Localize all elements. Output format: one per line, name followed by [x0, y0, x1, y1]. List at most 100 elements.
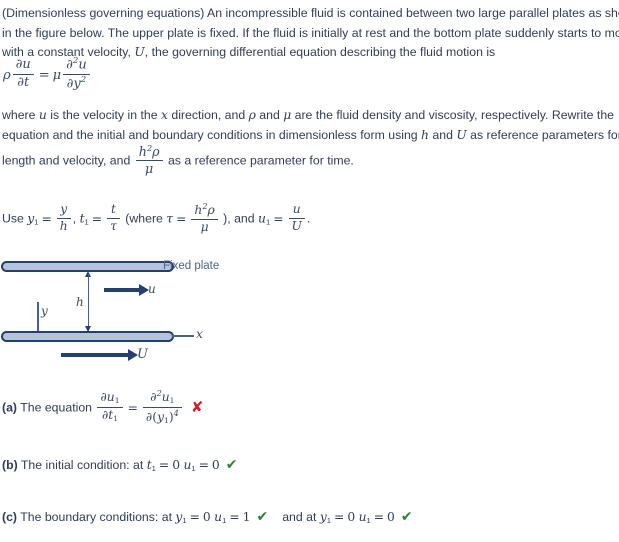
answer-b-u1-subscript: 1 — [191, 463, 196, 473]
equation-equals: = — [38, 67, 50, 83]
answer-c-y1-first-subscript: 1 — [182, 515, 187, 525]
answer-row-b: (b) The initial condition: at t1 = 0 u1 = 0 ✔ — [2, 457, 237, 473]
answer-row-a: (a) The equation ∂u1 ∂t1 = ∂2u1 ∂(y1)4 ✘ — [2, 388, 204, 426]
answer-a-label: The equation — [20, 400, 93, 415]
answer-a-tag: (a) — [2, 400, 18, 415]
answer-c-correct-mark-icon-first: ✔ — [256, 509, 269, 525]
equation-lhs-fraction: ∂u ∂t — [12, 58, 34, 91]
answer-c-value-1b: 0 — [347, 510, 356, 524]
reference-time-h: h — [138, 144, 147, 160]
use-equals-1: = — [41, 211, 52, 226]
answer-a-equals: = — [127, 400, 138, 415]
equation-lhs-denominator: ∂t — [12, 73, 34, 91]
answer-a-rhs-u-subscript: 1 — [169, 396, 175, 405]
velocity-U-arrow-icon — [61, 349, 138, 361]
use-equals-2: = — [91, 211, 103, 226]
use-fraction-y-over-h: yh — [56, 202, 71, 234]
use-fraction-2-denominator: τ — [107, 217, 120, 234]
reference-time-rho: ρ — [152, 144, 160, 160]
answer-a-lhs-den-subscript: 1 — [113, 413, 119, 423]
p2-variable-rho: ρ — [248, 108, 256, 122]
x-axis-leader-line — [172, 335, 194, 337]
answer-c-value-2b: 0 — [387, 510, 395, 524]
y-axis-line — [37, 302, 39, 332]
answer-b-value-2: 0 — [211, 458, 220, 472]
p2-text-6: and — [428, 127, 457, 142]
problem-text-part-2: , the governing differential equation de… — [144, 45, 496, 59]
use-close-and: ), and — [219, 211, 259, 226]
answer-c-label: The boundary conditions: at — [20, 510, 176, 524]
lower-moving-plate — [10, 331, 174, 342]
h-dimension-line — [88, 274, 89, 332]
answer-a-lhs-num-subscript: 1 — [114, 396, 120, 405]
answer-a-lhs-denominator: ∂t1 — [97, 406, 123, 423]
use-fraction-4-numerator: u — [292, 202, 301, 217]
problem-statement-paragraph-2: where u is the velocity in the x directi… — [2, 106, 619, 177]
answer-c-u1-first: u — [214, 510, 223, 524]
answer-c-value-1a: 0 — [202, 510, 211, 524]
velocity-u-label: u — [148, 282, 156, 296]
answer-c-equals-1a: = — [189, 510, 200, 524]
p2-variable-h: h — [421, 127, 429, 142]
use-fraction-t-over-tau: tτ — [107, 202, 120, 234]
answer-b-label: The initial condition: at — [20, 458, 147, 472]
governing-equation: ρ ∂u ∂t = μ ∂2u ∂y2 — [3, 56, 92, 93]
equation-rhs-u: u — [78, 57, 87, 73]
equation-rhs-partial-y: ∂y — [66, 76, 81, 92]
use-period: . — [306, 211, 311, 226]
fixed-plate-label: Fixed plate — [163, 260, 220, 272]
answer-a-incorrect-mark-icon: ✘ — [190, 397, 204, 416]
equation-rhs-numerator: ∂2u — [63, 56, 90, 74]
y-axis-label: y — [41, 304, 48, 318]
velocity-U-label: U — [137, 347, 148, 362]
equation-rhs-denominator-exponent: 2 — [80, 74, 87, 85]
equation-rhs-denominator: ∂y2 — [63, 73, 90, 92]
velocity-u-arrow-icon — [104, 284, 149, 296]
answer-c-equals-2a: = — [229, 510, 240, 524]
dimensionless-definitions-line: Use y1 = y h, t1 = t τ (where τ = h2ρ μ ), and u1… — [2, 201, 311, 236]
x-axis-label: x — [196, 327, 203, 341]
use-where-open: (where — [121, 211, 167, 226]
problem-page: (Dimensionless governing equations) An i… — [0, 0, 619, 542]
use-fraction-3-numerator: h2ρ — [191, 201, 217, 219]
answer-c-equals-1b: = — [334, 510, 345, 524]
answer-a-lhs-numerator: ∂u1 — [97, 390, 122, 406]
answer-a-rhs-u: u — [161, 390, 170, 405]
reference-time-numerator: h2ρ — [136, 143, 163, 160]
p2-text-2: is the velocity in the — [46, 108, 161, 122]
use-fraction-4-denominator: U — [288, 217, 305, 234]
answer-row-c: (c) The boundary conditions: at y1 = 0 u1 =… — [2, 509, 413, 525]
equation-mu: μ — [52, 67, 62, 83]
p2-variable-x: x — [161, 108, 168, 122]
answer-a-expression: ∂u1 ∂t1 = ∂2u1 ∂(y1)4 — [95, 388, 183, 424]
use-fraction-1-denominator: h — [56, 217, 71, 234]
h-dimension-label: h — [76, 295, 84, 309]
answer-a-rhs-fraction: ∂2u1 ∂(y1)4 — [142, 388, 182, 426]
reference-time-denominator: μ — [135, 160, 163, 176]
answer-a-rhs-numerator: ∂2u1 — [143, 388, 182, 407]
answer-a-lhs-fraction: ∂u1 ∂t1 — [97, 390, 123, 423]
use-fraction-tau-definition: h2ρ μ — [191, 201, 218, 235]
use-prefix: Use — [2, 211, 28, 226]
answer-c-connector: and at — [282, 510, 320, 524]
parallel-plates-figure: Fixed plate h y u x U — [0, 252, 300, 364]
reference-time-fraction: h2ρ μ — [135, 143, 163, 176]
p2-text-4: and — [255, 108, 284, 122]
problem-statement-paragraph-1: (Dimensionless governing equations) An i… — [2, 4, 619, 63]
use-comma: , — [72, 211, 80, 226]
answer-b-equals-1: = — [158, 458, 170, 472]
use-u1: u — [258, 211, 266, 226]
answer-c-correct-mark-icon-second: ✔ — [400, 509, 413, 525]
answer-a-lhs-num-partial-u: ∂u — [100, 390, 115, 405]
answer-a-rhs-den-y: y — [157, 409, 165, 424]
answer-c-equals-2b: = — [373, 510, 385, 524]
equation-rhs-partial: ∂ — [66, 57, 73, 73]
p2-variable-mu: μ — [283, 108, 292, 122]
p2-variable-u: u — [38, 108, 47, 122]
answer-b-value-1: 0 — [172, 458, 181, 472]
answer-a-rhs-denominator: ∂(y1)4 — [142, 406, 182, 426]
use-fraction-1-numerator: y — [60, 202, 68, 217]
use-fraction-u-over-U: uU — [288, 202, 305, 234]
use-fraction-3-denominator: μ — [191, 218, 218, 235]
equation-rhs-fraction: ∂2u ∂y2 — [63, 56, 90, 92]
